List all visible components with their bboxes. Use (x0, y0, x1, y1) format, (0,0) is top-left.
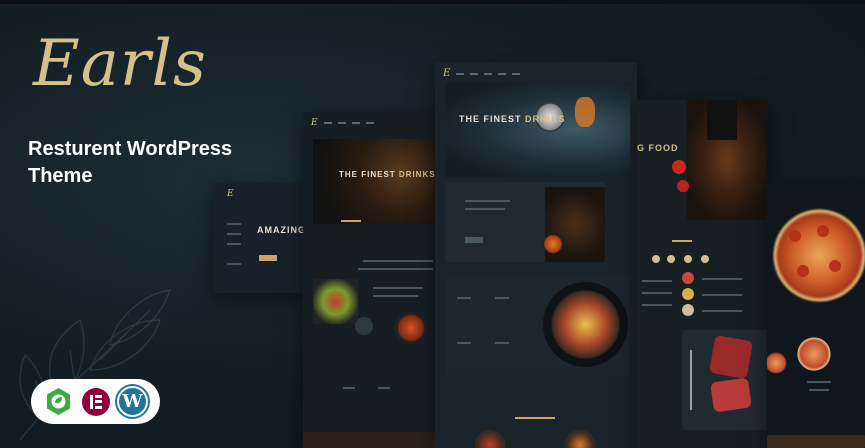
mockup-page-3: E THE FINEST DRINKS (435, 62, 637, 448)
mockup-dish-circle (543, 282, 628, 367)
mockup-page-5 (767, 185, 865, 448)
mockup-hero-title: G FOOD (637, 143, 679, 153)
mockup-dish-circle (395, 312, 427, 344)
mockup-hero-image (445, 82, 630, 177)
mockup-hero-image (313, 139, 438, 224)
wordpress-icon: W (117, 386, 148, 417)
mockup-hero-title: THE FINEST DRINKS (339, 170, 436, 179)
mockup-page-4: G FOOD (637, 100, 767, 448)
mockup-hero-title: THE FINEST DRINKS (459, 114, 566, 124)
mockup-pizza-image (767, 203, 865, 308)
mockup-button (259, 255, 277, 261)
brand-logo: Earls (33, 27, 207, 101)
theme-banner: Earls Resturent WordPress Theme W E AMAZ… (0, 0, 865, 448)
badge-pill: W (31, 379, 160, 424)
mockup-food-image (313, 279, 358, 324)
mockup-page-1: E AMAZING (213, 183, 303, 293)
brand-tagline: Resturent WordPress Theme (28, 138, 233, 187)
mockup-hero-title: AMAZING (257, 225, 303, 235)
mockup-page-2: E THE FINEST DRINKS (303, 112, 438, 448)
mockup-logo: E (227, 189, 234, 199)
top-strip (0, 0, 865, 4)
leaf-badge-icon (43, 386, 74, 417)
elementor-icon (80, 386, 111, 417)
